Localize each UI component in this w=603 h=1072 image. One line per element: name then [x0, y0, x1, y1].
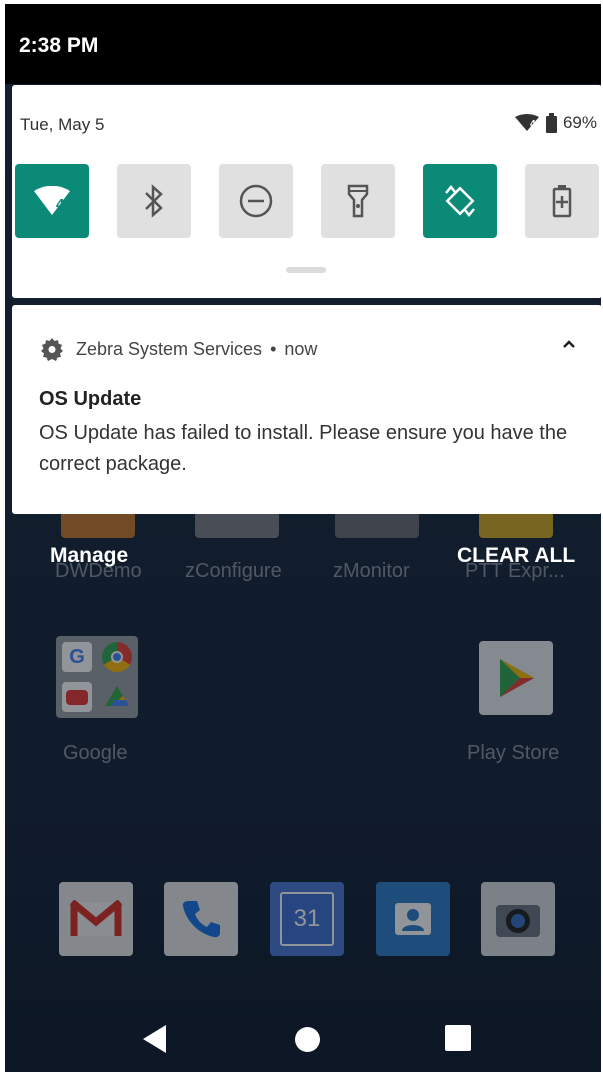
notification-title: OS Update [39, 388, 142, 410]
notification-card[interactable]: Zebra System Services • now OS Update OS… [12, 305, 601, 514]
qs-status-icons: 4 69% [514, 113, 597, 133]
do-not-disturb-icon [239, 184, 273, 218]
wifi-signal-icon: 4 [514, 114, 540, 132]
recents-icon[interactable] [445, 1025, 471, 1051]
tile-flashlight[interactable] [321, 164, 395, 238]
back-icon[interactable] [142, 1024, 168, 1054]
notification-separator: • [270, 338, 277, 359]
screen: DWDemo zConfigure zMonitor PTT Expr... G… [5, 4, 601, 1072]
flashlight-icon [347, 184, 369, 218]
chevron-up-icon[interactable] [562, 339, 576, 349]
home-button-icon[interactable] [295, 1027, 320, 1052]
quick-settings-panel: Tue, May 5 4 69% 4 [12, 85, 601, 298]
quick-settings-tiles: 4 [15, 164, 599, 238]
notification-time: now [284, 338, 318, 359]
manage-button[interactable]: Manage [50, 544, 128, 568]
notification-app-name: Zebra System Services [76, 338, 263, 359]
clock: 2:38 PM [19, 34, 99, 57]
battery-saver-icon [552, 185, 572, 218]
wifi-badge: 4 [529, 119, 536, 130]
navigation-bar [5, 994, 601, 1072]
notification-body: OS Update has failed to install. Please … [39, 422, 568, 475]
tile-wifi[interactable]: 4 [15, 164, 89, 238]
qs-date: Tue, May 5 [20, 115, 105, 134]
clear-all-button[interactable]: CLEAR ALL [457, 544, 575, 568]
battery-percent: 69% [562, 113, 597, 132]
tile-auto-rotate[interactable] [423, 164, 497, 238]
tile-bluetooth[interactable] [117, 164, 191, 238]
wifi-tile-badge: 4 [56, 196, 65, 213]
battery-icon [545, 113, 557, 133]
gear-icon [41, 338, 63, 361]
auto-rotate-icon [445, 185, 475, 217]
tile-battery-saver[interactable] [525, 164, 599, 238]
notification-header: Zebra System Services • now [40, 337, 317, 361]
wifi-icon: 4 [33, 185, 71, 216]
expand-handle[interactable] [286, 267, 326, 273]
bluetooth-icon [145, 184, 163, 218]
status-bar: 2:38 PM [5, 4, 601, 84]
tile-do-not-disturb[interactable] [219, 164, 293, 238]
